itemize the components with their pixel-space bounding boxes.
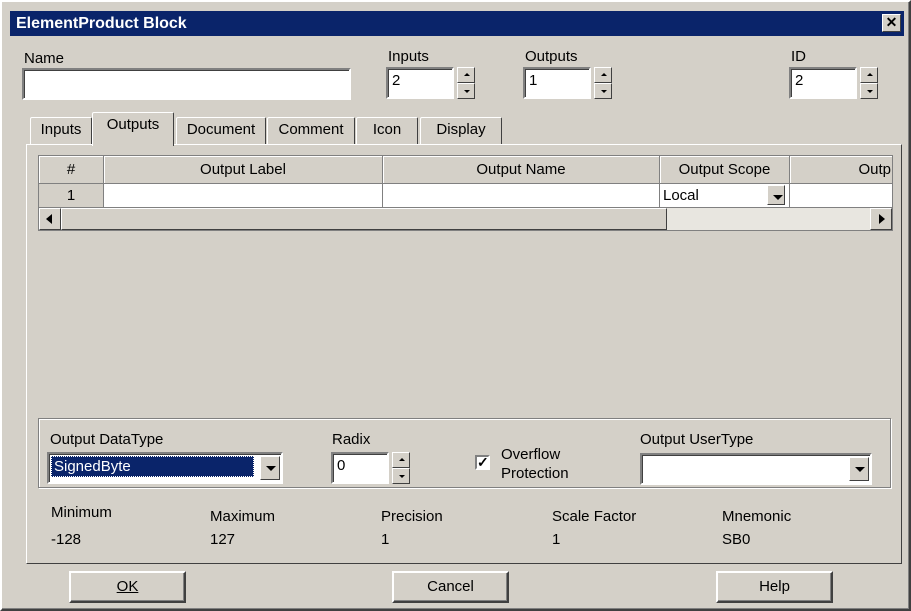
radix-spinner[interactable] (392, 452, 410, 484)
radix-label: Radix (332, 431, 371, 448)
tab-display[interactable]: Display (420, 117, 502, 144)
inputs-label: Inputs (388, 48, 429, 65)
radix-field[interactable]: 0 (331, 452, 389, 484)
output-usertype-label: Output UserType (640, 431, 754, 448)
outputs-spinner[interactable] (594, 67, 612, 99)
title-bar[interactable]: ElementProduct Block ✕ (10, 11, 904, 36)
spin-up-icon[interactable] (860, 67, 878, 83)
precision-label: Precision (381, 508, 443, 525)
column-header-output-name[interactable]: Output Name (383, 156, 660, 184)
outputs-label: Outputs (525, 48, 578, 65)
help-button-label: Help (759, 578, 790, 595)
overflow-label-line1: Overflow (501, 446, 561, 463)
minimum-value: -128 (51, 531, 82, 548)
output-datatype-value: SignedByte (51, 456, 254, 477)
grid-horizontal-scrollbar[interactable] (39, 208, 892, 230)
scale-factor-value: 1 (552, 531, 561, 548)
spin-up-icon[interactable] (457, 67, 475, 83)
id-spinner[interactable] (860, 67, 878, 99)
column-header-output-label[interactable]: Output Label (104, 156, 383, 184)
id-label: ID (791, 48, 806, 65)
spin-up-icon[interactable] (392, 452, 410, 468)
cancel-button[interactable]: Cancel (392, 571, 509, 603)
row-number-cell[interactable]: 1 (39, 184, 104, 208)
output-scope-value: Local (663, 187, 699, 204)
output-extra-cell[interactable] (790, 184, 892, 208)
name-input[interactable] (22, 68, 351, 100)
spin-down-icon[interactable] (457, 83, 475, 99)
scroll-right-icon[interactable] (870, 208, 892, 230)
mnemonic-value: SB0 (722, 531, 751, 548)
maximum-value: 127 (210, 531, 236, 548)
tab-document[interactable]: Document (176, 117, 266, 144)
overflow-protection-label: Overflow Protection (501, 445, 569, 483)
spin-down-icon[interactable] (392, 468, 410, 484)
scope-dropdown-icon[interactable] (767, 185, 785, 205)
column-header-output-scope[interactable]: Output Scope (660, 156, 790, 184)
output-name-cell[interactable] (383, 184, 660, 208)
overflow-label-line2: Protection (501, 465, 569, 482)
column-header-number[interactable]: # (39, 156, 104, 184)
usertype-dropdown-icon[interactable] (849, 457, 869, 481)
column-header-output-partial[interactable]: Outp (790, 156, 892, 184)
outputs-field[interactable]: 1 (523, 67, 591, 99)
output-datatype-label: Output DataType (50, 431, 164, 448)
minimum-label: Minimum (51, 504, 112, 521)
inputs-field[interactable]: 2 (386, 67, 454, 99)
maximum-label: Maximum (210, 508, 276, 525)
datatype-dropdown-icon[interactable] (260, 456, 280, 480)
output-usertype-select[interactable] (640, 453, 872, 485)
name-label: Name (24, 50, 65, 67)
spin-down-icon[interactable] (594, 83, 612, 99)
ok-button[interactable]: OK (69, 571, 186, 603)
cancel-button-label: Cancel (427, 578, 474, 595)
help-button[interactable]: Help (716, 571, 833, 603)
spin-down-icon[interactable] (860, 83, 878, 99)
dialog-window: ElementProduct Block ✕ Name Inputs 2 Out… (0, 0, 911, 611)
close-icon[interactable]: ✕ (882, 14, 901, 32)
precision-value: 1 (381, 531, 390, 548)
overflow-protection-checkbox[interactable]: ✓ (475, 455, 490, 470)
inputs-spinner[interactable] (457, 67, 475, 99)
mnemonic-label: Mnemonic (722, 508, 792, 525)
tab-comment[interactable]: Comment (267, 117, 355, 144)
tab-icon[interactable]: Icon (356, 117, 418, 144)
output-scope-cell[interactable]: Local (660, 184, 790, 208)
scroll-thumb[interactable] (61, 208, 667, 230)
output-datatype-select[interactable]: SignedByte (47, 452, 283, 484)
scroll-left-icon[interactable] (39, 208, 61, 230)
ok-button-label: OK (116, 578, 139, 595)
output-label-cell[interactable] (104, 184, 383, 208)
tab-inputs[interactable]: Inputs (30, 117, 92, 144)
tab-outputs[interactable]: Outputs (92, 112, 174, 146)
window-title: ElementProduct Block (16, 15, 187, 32)
scale-factor-label: Scale Factor (552, 508, 637, 525)
spin-up-icon[interactable] (594, 67, 612, 83)
outputs-grid[interactable]: # Output Label Output Name Output Scope … (38, 155, 893, 231)
id-field[interactable]: 2 (789, 67, 857, 99)
